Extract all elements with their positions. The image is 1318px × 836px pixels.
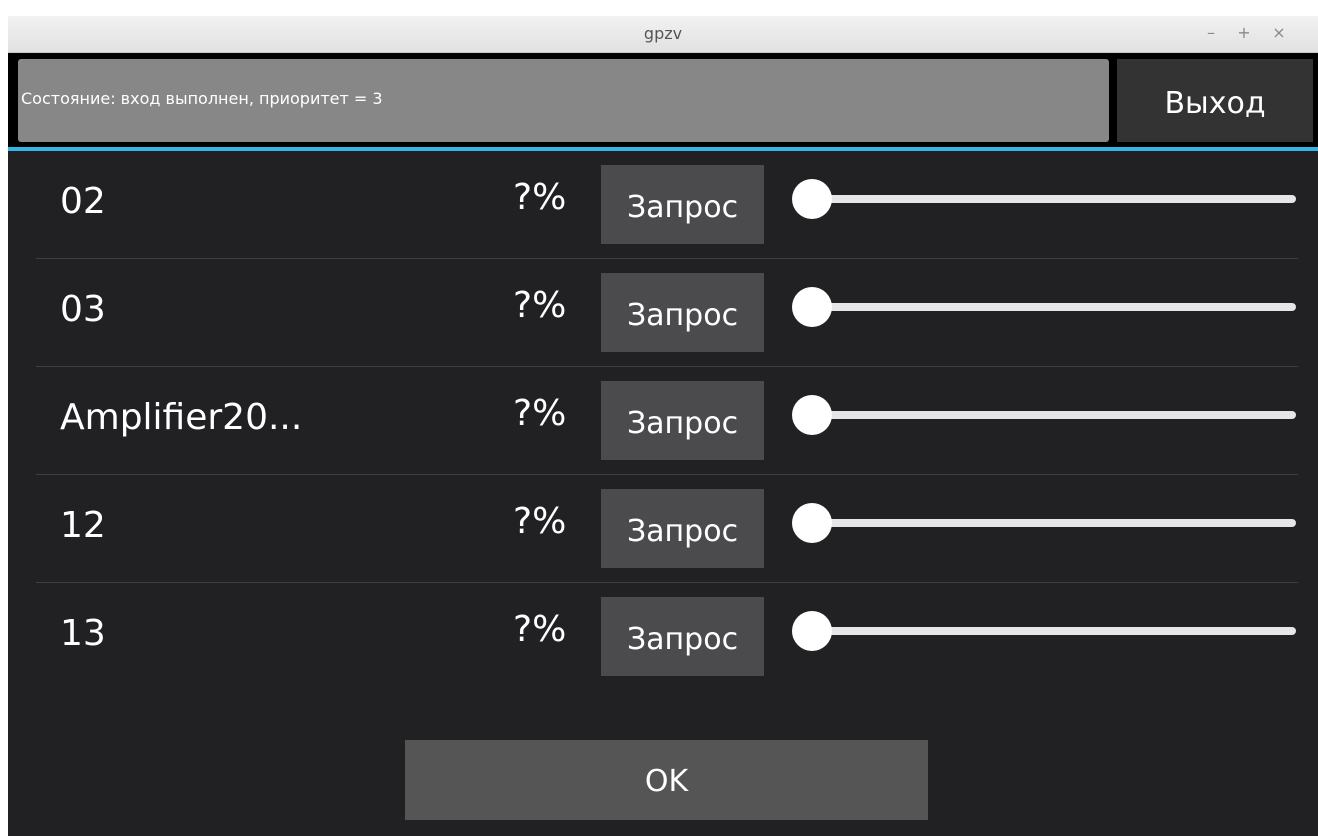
slider-track [804,411,1296,419]
slider-thumb[interactable] [792,179,832,219]
device-row: 02 ?% Запрос [8,151,1318,259]
slider-thumb[interactable] [792,287,832,327]
level-slider[interactable] [792,287,1296,327]
status-text: Состояние: вход выполнен, приоритет = 3 [21,89,383,108]
device-percent: ?% [513,285,567,326]
device-name: 02 [60,181,106,222]
slider-track [804,195,1296,203]
device-name: 03 [60,289,106,330]
slider-thumb[interactable] [792,395,832,435]
minimize-icon[interactable]: – [1200,22,1222,44]
device-row: 12 ?% Запрос [8,475,1318,583]
status-panel: Состояние: вход выполнен, приоритет = 3 [18,59,1109,142]
request-button[interactable]: Запрос [601,489,764,568]
request-button[interactable]: Запрос [601,381,764,460]
level-slider[interactable] [792,611,1296,651]
slider-track [804,627,1296,635]
level-slider[interactable] [792,503,1296,543]
device-row: 13 ?% Запрос [8,583,1318,691]
close-icon[interactable]: × [1268,22,1290,44]
maximize-icon[interactable]: + [1233,22,1255,44]
ok-button[interactable]: OK [405,740,928,820]
exit-button[interactable]: Выход [1117,59,1313,142]
slider-track [804,303,1296,311]
slider-thumb[interactable] [792,611,832,651]
device-name: 13 [60,613,106,654]
device-name: 12 [60,505,106,546]
request-button[interactable]: Запрос [601,273,764,352]
level-slider[interactable] [792,179,1296,219]
device-percent: ?% [513,609,567,650]
device-list: 02 ?% Запрос 03 ?% Запрос Amplifier20...… [8,151,1318,691]
request-button[interactable]: Запрос [601,165,764,244]
slider-thumb[interactable] [792,503,832,543]
request-button[interactable]: Запрос [601,597,764,676]
slider-track [804,519,1296,527]
level-slider[interactable] [792,395,1296,435]
device-row: 03 ?% Запрос [8,259,1318,367]
app-window: gpzv – + × Состояние: вход выполнен, при… [8,16,1318,836]
device-name: Amplifier20... [60,397,303,438]
device-percent: ?% [513,501,567,542]
window-title: gpzv [643,24,683,43]
title-bar: gpzv – + × [8,16,1318,53]
device-percent: ?% [513,177,567,218]
device-row: Amplifier20... ?% Запрос [8,367,1318,475]
device-percent: ?% [513,393,567,434]
